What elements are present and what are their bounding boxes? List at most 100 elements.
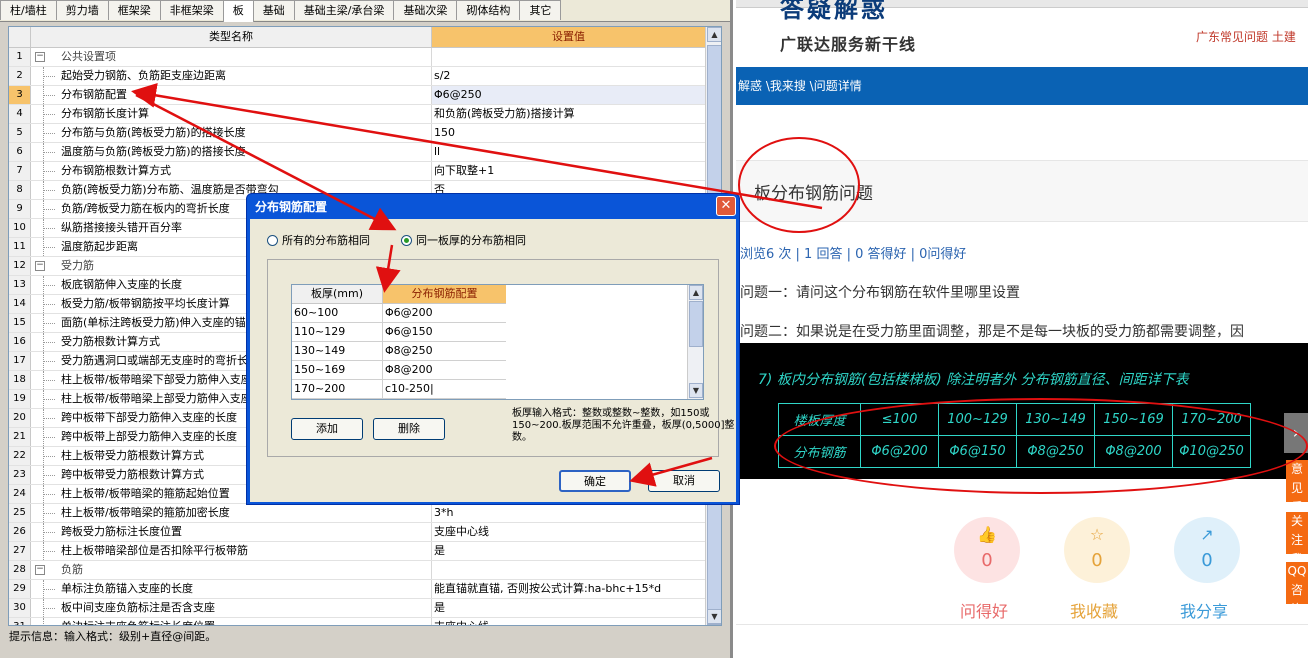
setting-name: 温度筋与负筋(跨板受力筋)的搭接长度 (31, 143, 432, 161)
action-label[interactable]: 我收藏 (1070, 598, 1118, 622)
setting-value[interactable]: 能直锚就直锚, 否则按公式计算:ha-bhc+15*d (432, 580, 705, 598)
ok-button[interactable]: 确定 (559, 470, 631, 492)
setting-label: 负筋/跨板受力筋在板内的弯折长度 (61, 202, 230, 215)
radio-off-icon[interactable] (267, 234, 278, 246)
table-row[interactable]: 2 起始受力钢筋、负筋距支座边距离 s/2 (9, 67, 705, 86)
action-label[interactable]: 我分享 (1180, 598, 1228, 622)
tab-6[interactable]: 基础主梁/承台梁 (293, 0, 395, 20)
collapse-icon[interactable]: − (35, 52, 45, 62)
config-cell[interactable]: Φ6@200 (383, 304, 506, 323)
scroll-down-icon[interactable]: ▼ (689, 383, 703, 398)
setting-value[interactable]: 和负筋(跨板受力筋)搭接计算 (432, 105, 705, 123)
table-row[interactable]: 170~200 c10-250| (292, 380, 506, 399)
setting-value[interactable]: ll (432, 143, 705, 161)
table-row[interactable]: 150~169 Φ8@200 (292, 361, 506, 380)
thickness-cell[interactable]: 110~129 (292, 323, 383, 342)
tab-2[interactable]: 框架梁 (107, 0, 161, 20)
setting-label: 温度筋与负筋(跨板受力筋)的搭接长度 (61, 145, 246, 158)
collapse-icon[interactable]: − (35, 261, 45, 271)
thickness-cell[interactable]: 150~169 (292, 361, 383, 380)
radio-all-same[interactable]: 所有的分布筋相同 (267, 232, 370, 248)
table-row[interactable]: 7 分布钢筋根数计算方式 向下取整+1 (9, 162, 705, 181)
scroll-up-icon[interactable]: ▲ (689, 285, 703, 300)
tab-0[interactable]: 柱/墙柱 (0, 0, 57, 20)
table-row[interactable]: 4 分布钢筋长度计算 和负筋(跨板受力筋)搭接计算 (9, 105, 705, 124)
table-row[interactable]: 6 温度筋与负筋(跨板受力筋)的搭接长度 ll (9, 143, 705, 162)
radio-all-label: 所有的分布筋相同 (282, 234, 370, 247)
setting-value[interactable]: s/2 (432, 67, 705, 85)
tab-8[interactable]: 砌体结构 (456, 0, 521, 20)
setting-value[interactable]: 3*h (432, 504, 705, 522)
config-cell[interactable]: c10-250| (383, 380, 506, 399)
radio-same-thickness[interactable]: 同一板厚的分布筋相同 (401, 232, 526, 248)
red-circle-annotation (738, 137, 860, 233)
tab-5[interactable]: 基础 (252, 0, 295, 20)
scroll-down-icon[interactable]: ▼ (707, 609, 721, 624)
action-0-button[interactable]: 👍 0 (954, 517, 1020, 583)
thickness-cell[interactable]: 60~100 (292, 304, 383, 323)
top-links[interactable]: 广东常见问题 土建 (1196, 28, 1296, 45)
close-icon[interactable]: ✕ (716, 196, 736, 216)
breadcrumb[interactable]: 解惑 \我来搜 \问题详情 (736, 67, 1308, 105)
question-stats[interactable]: 浏览6 次 | 1 回答 | 0 答得好 | 0问得好 (740, 243, 966, 262)
row-number: 14 (9, 295, 31, 313)
table-row[interactable]: 3 分布钢筋配置 Φ6@250 (9, 86, 705, 105)
question-one: 问题一：请问这个分布钢筋在软件里哪里设置 (740, 285, 1020, 301)
setting-value[interactable] (432, 561, 705, 579)
action-1-button[interactable]: ☆ 0 (1064, 517, 1130, 583)
table-row[interactable]: 60~100 Φ6@200 (292, 304, 506, 323)
qq-consult-button[interactable]: QQ咨询 (1286, 562, 1308, 604)
table-row[interactable]: 31 单边标注支座负筋标注长度位置 支座中心线 (9, 618, 705, 625)
table-row[interactable]: 130~149 Φ8@250 (292, 342, 506, 361)
table-row[interactable]: 29 单标注负筋锚入支座的长度 能直锚就直锚, 否则按公式计算:ha-bhc+15*… (9, 580, 705, 599)
tab-3[interactable]: 非框架梁 (159, 0, 224, 20)
table-row[interactable]: 5 分布筋与负筋(跨板受力筋)的搭接长度 150 (9, 124, 705, 143)
table-row[interactable]: 1− 公共设置项 (9, 48, 705, 67)
scroll-thumb[interactable] (689, 301, 703, 347)
setting-value[interactable]: Φ6@250 (432, 86, 705, 104)
row-number: 29 (9, 580, 31, 598)
collapse-icon[interactable]: − (35, 565, 45, 575)
table-row[interactable]: 30 板中间支座负筋标注是否含支座 是 (9, 599, 705, 618)
table-row[interactable]: 110~129 Φ6@150 (292, 323, 506, 342)
delete-button[interactable]: 删除 (373, 418, 445, 440)
qa-webpage: 答疑解惑 广联达服务新干线 广东常见问题 土建 解惑 \我来搜 \问题详情 板分… (736, 0, 1308, 658)
setting-value[interactable]: 是 (432, 599, 705, 617)
table-row[interactable]: 28− 负筋 (9, 561, 705, 580)
table-scrollbar[interactable]: ▲ ▼ (687, 285, 703, 399)
table-row[interactable]: 26 跨板受力筋标注长度位置 支座中心线 (9, 523, 705, 542)
config-cell[interactable]: Φ8@200 (383, 361, 506, 380)
setting-value[interactable]: 支座中心线 (432, 618, 705, 625)
radio-on-icon[interactable] (401, 234, 412, 246)
setting-name: 分布钢筋根数计算方式 (31, 162, 432, 180)
config-cell[interactable]: Φ6@150 (383, 323, 506, 342)
follow-button[interactable]: 关注我们 (1286, 512, 1308, 554)
setting-value[interactable]: 150 (432, 124, 705, 142)
scroll-up-icon[interactable]: ▲ (707, 27, 721, 42)
hint-bar: 提示信息：输入格式：级别+直径@间距。 (9, 630, 217, 643)
thickness-cell[interactable]: 130~149 (292, 342, 383, 361)
action-icon: 👍 (977, 525, 997, 544)
add-button[interactable]: 添加 (291, 418, 363, 440)
thickness-cell[interactable]: 170~200 (292, 380, 383, 399)
tab-4[interactable]: 板 (222, 0, 254, 22)
table-row[interactable]: 27 柱上板带暗梁部位是否扣除平行板带筋 是 (9, 542, 705, 561)
table-header: 板厚(mm) 分布钢筋配置 (292, 285, 506, 304)
table-row[interactable]: 25 柱上板带/板带暗梁的箍筋加密长度 3*h (9, 504, 705, 523)
cancel-button[interactable]: 取消 (648, 470, 720, 492)
tab-7[interactable]: 基础次梁 (393, 0, 458, 20)
setting-value[interactable]: 支座中心线 (432, 523, 705, 541)
feedback-button[interactable]: 意见反馈 (1286, 460, 1308, 502)
tab-1[interactable]: 剪力墙 (55, 0, 109, 20)
setting-name: 分布钢筋长度计算 (31, 105, 432, 123)
setting-value[interactable]: 是 (432, 542, 705, 560)
setting-value[interactable] (432, 48, 705, 66)
tab-9[interactable]: 其它 (519, 0, 562, 20)
config-cell[interactable]: Φ8@250 (383, 342, 506, 361)
setting-label: 跨板受力筋标注长度位置 (61, 525, 182, 538)
action-label[interactable]: 问得好 (960, 598, 1008, 622)
action-2-button[interactable]: ↗ 0 (1174, 517, 1240, 583)
row-number: 31 (9, 618, 31, 625)
row-number: 3 (9, 86, 31, 104)
setting-value[interactable]: 向下取整+1 (432, 162, 705, 180)
